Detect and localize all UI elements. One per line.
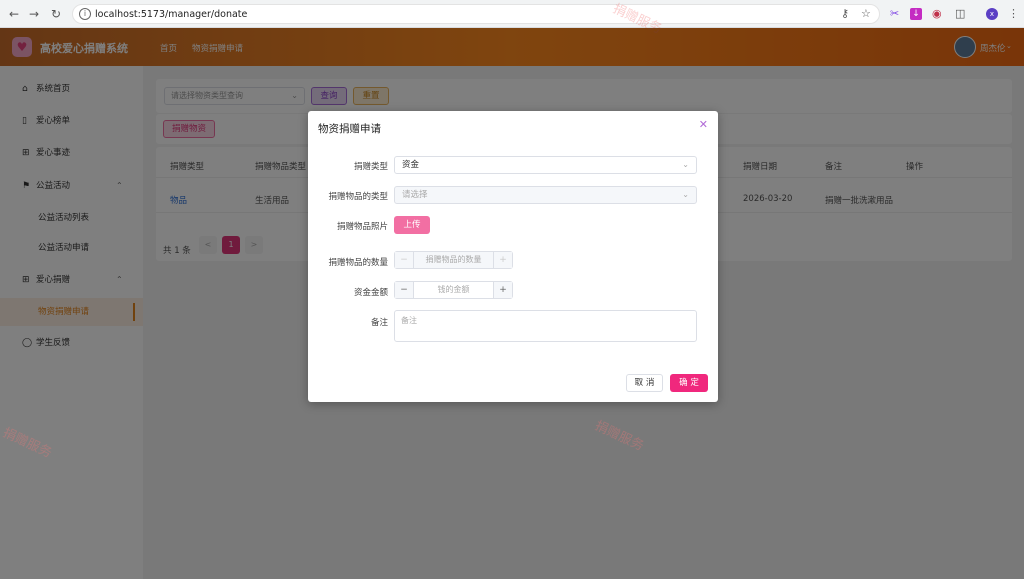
star-icon[interactable]: ☆: [861, 6, 871, 22]
download-extension-icon[interactable]: ↓: [910, 8, 922, 20]
cancel-button[interactable]: 取 消: [626, 374, 663, 392]
dialog-title: 物资捐赠申请: [318, 123, 381, 135]
chevron-down-icon: ⌄: [682, 160, 689, 169]
site-info-icon[interactable]: i: [79, 8, 91, 20]
amount-label: 资金金额: [353, 288, 388, 298]
confirm-button[interactable]: 确 定: [670, 374, 708, 392]
minus-icon[interactable]: −: [395, 282, 414, 298]
plus-icon[interactable]: +: [493, 282, 512, 298]
quantity-label: 捐赠物品的数量: [328, 258, 388, 268]
donate-type-label: 捐赠类型: [353, 162, 388, 172]
close-icon[interactable]: ✕: [699, 118, 708, 131]
minus-icon[interactable]: −: [395, 252, 414, 268]
quantity-stepper[interactable]: − 捐赠物品的数量 +: [394, 251, 513, 269]
donate-type-value: 资金: [402, 160, 420, 170]
donate-type-select[interactable]: 资金 ⌄: [394, 156, 697, 174]
key-icon[interactable]: ⚷: [841, 6, 849, 22]
address-bar[interactable]: i localhost:5173/manager/donate ⚷ ☆: [72, 4, 880, 24]
item-type-placeholder: 请选择: [402, 190, 428, 200]
url-text: localhost:5173/manager/donate: [95, 9, 248, 20]
forward-icon[interactable]: →: [26, 6, 42, 22]
item-type-select[interactable]: 请选择 ⌄: [394, 186, 697, 204]
photo-label: 捐赠物品照片: [336, 222, 388, 232]
amount-stepper[interactable]: − 钱的金额 +: [394, 281, 513, 299]
plus-icon[interactable]: +: [493, 252, 512, 268]
extension-icon[interactable]: ◉: [932, 6, 942, 22]
reload-icon[interactable]: ↻: [48, 6, 64, 22]
note-label: 备注: [370, 318, 388, 328]
more-menu-icon[interactable]: ⋮: [1008, 6, 1019, 22]
back-icon[interactable]: ←: [6, 6, 22, 22]
upload-button[interactable]: 上传: [394, 216, 430, 234]
profile-icon[interactable]: x: [986, 8, 998, 20]
item-type-label: 捐赠物品的类型: [328, 192, 388, 202]
quantity-input[interactable]: 捐赠物品的数量: [415, 252, 492, 268]
donation-dialog: 物资捐赠申请 ✕ 捐赠类型 资金 ⌄ 捐赠物品的类型 请选择 ⌄ 捐赠物品照片 …: [308, 111, 718, 402]
note-textarea[interactable]: 备注: [394, 310, 697, 342]
amount-input[interactable]: 钱的金额: [415, 282, 492, 298]
chevron-down-icon: ⌄: [682, 190, 689, 199]
puzzle-icon[interactable]: ◫: [955, 6, 965, 22]
scissors-extension-icon[interactable]: ✂: [890, 6, 899, 22]
browser-chrome: ← → ↻ i localhost:5173/manager/donate ⚷ …: [0, 0, 1024, 28]
